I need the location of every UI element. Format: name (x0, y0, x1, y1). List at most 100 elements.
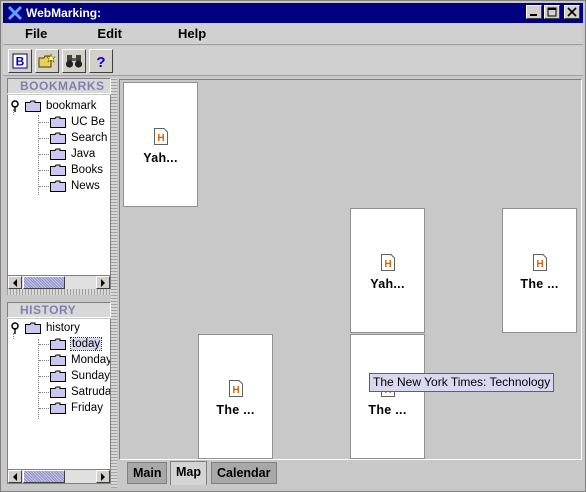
tree-root-bookmark[interactable]: bookmark (10, 98, 97, 114)
page-card[interactable]: H The ... (198, 334, 273, 459)
html-page-icon: H (532, 254, 547, 271)
tree-label: Java (71, 148, 96, 160)
title-bar[interactable]: WebMarking: (3, 3, 583, 23)
tab-calendar[interactable]: Calendar (211, 462, 277, 484)
history-hscrollbar[interactable] (7, 469, 111, 484)
folder-icon (50, 116, 66, 128)
svg-text:H: H (536, 259, 543, 270)
minimize-icon (530, 14, 537, 16)
tree-item[interactable]: Books (50, 162, 103, 178)
history-tree: history today Monday Sunday Satruday (7, 319, 111, 469)
html-page-icon: H (153, 128, 168, 145)
tree-label: bookmark (46, 100, 97, 112)
tree-label: history (46, 322, 80, 334)
scroll-left-button[interactable] (8, 470, 22, 483)
toolbar: B ? (3, 46, 583, 76)
find-button[interactable] (62, 48, 86, 73)
bookmark-tree: bookmark UC Be Search Java Books News (7, 95, 111, 275)
history-header: HISTORY (7, 302, 111, 318)
page-card[interactable]: H Yah... (350, 208, 425, 333)
scroll-thumb[interactable] (23, 276, 65, 289)
left-pane: BOOKMARKS bookmark UC Be Search Java Boo… (5, 78, 115, 488)
open-folder-icon (38, 52, 56, 67)
tree-root-history[interactable]: history (10, 320, 80, 336)
menu-file[interactable]: File (17, 26, 55, 41)
arrow-right-icon (101, 279, 105, 287)
tree-label: Satruday (71, 386, 111, 398)
svg-text:H: H (384, 259, 391, 270)
close-button[interactable] (564, 5, 580, 19)
tree-label: Books (71, 164, 103, 176)
bookmarks-header: BOOKMARKS (7, 78, 111, 94)
tree-item[interactable]: Sunday (50, 368, 110, 384)
folder-icon (50, 338, 66, 350)
card-label: The ... (216, 403, 255, 417)
page-card[interactable]: H The ... (502, 208, 577, 333)
tree-item[interactable]: Monday (50, 352, 111, 368)
folder-icon (50, 132, 66, 144)
card-label: The ... (520, 277, 559, 291)
tree-label: UC Be (71, 116, 105, 128)
tree-item-selected[interactable]: today (50, 336, 103, 352)
scroll-thumb[interactable] (23, 470, 65, 483)
tree-label: Friday (71, 402, 103, 414)
bookmark-hscrollbar[interactable] (7, 275, 111, 290)
folder-icon (50, 370, 66, 382)
folder-icon (50, 180, 66, 192)
tree-item[interactable]: Satruday (50, 384, 111, 400)
scroll-right-button[interactable] (96, 470, 110, 483)
menu-edit[interactable]: Edit (89, 26, 130, 41)
page-card[interactable]: H Yah... (123, 82, 198, 207)
close-icon (567, 7, 577, 17)
scroll-right-button[interactable] (96, 276, 110, 289)
folder-icon (50, 386, 66, 398)
view-tabs: Main Map Calendar (119, 461, 582, 487)
maximize-button[interactable] (544, 5, 560, 19)
tree-key-icon (11, 100, 19, 112)
folder-icon (50, 148, 66, 160)
window-title: WebMarking: (26, 6, 102, 20)
folder-icon (50, 402, 66, 414)
tab-map[interactable]: Map (170, 461, 207, 485)
svg-text:?: ? (96, 54, 105, 69)
menu-bar: File Edit Help (3, 23, 583, 45)
tree-label: News (71, 180, 100, 192)
arrow-left-icon (13, 279, 17, 287)
open-folder-button[interactable] (35, 48, 59, 73)
folder-icon (25, 322, 41, 334)
arrow-left-icon (13, 473, 17, 481)
tree-label: Monday (71, 354, 111, 366)
html-page-icon: H (380, 254, 395, 271)
binoculars-icon (65, 54, 83, 68)
tooltip: The New York Times: Technology (369, 373, 555, 392)
menu-help[interactable]: Help (170, 26, 214, 41)
folder-icon (50, 164, 66, 176)
card-label: Yah... (143, 151, 178, 165)
tree-item[interactable]: UC Be (50, 114, 105, 130)
folder-icon (50, 354, 66, 366)
tab-main[interactable]: Main (127, 462, 168, 484)
horizontal-splitter[interactable] (7, 289, 111, 295)
page-card[interactable]: H The ... (350, 334, 425, 459)
svg-text:H: H (157, 133, 164, 144)
scroll-left-button[interactable] (8, 276, 22, 289)
maximize-icon (547, 7, 557, 17)
help-button[interactable]: ? (89, 48, 113, 73)
bookmark-button[interactable]: B (8, 48, 32, 73)
tree-key-icon (11, 322, 19, 334)
card-label: The ... (368, 403, 407, 417)
html-page-icon: H (228, 380, 243, 397)
tree-item[interactable]: Friday (50, 400, 103, 416)
arrow-right-icon (101, 473, 105, 481)
tree-item[interactable]: News (50, 178, 100, 194)
x-logo-icon (7, 5, 23, 21)
tree-label: today (69, 337, 103, 351)
minimize-button[interactable] (526, 5, 542, 19)
svg-text:H: H (232, 385, 239, 396)
help-question-icon: ? (96, 54, 105, 69)
tree-label: Search (71, 132, 108, 144)
tree-item[interactable]: Java (50, 146, 95, 162)
tree-item[interactable]: Search (50, 130, 107, 146)
map-canvas[interactable]: H Yah... H Yah... H The ... H The ... H … (119, 79, 582, 460)
app-window: WebMarking: File Edit Help B ? BOOKMARKS… (0, 0, 586, 492)
